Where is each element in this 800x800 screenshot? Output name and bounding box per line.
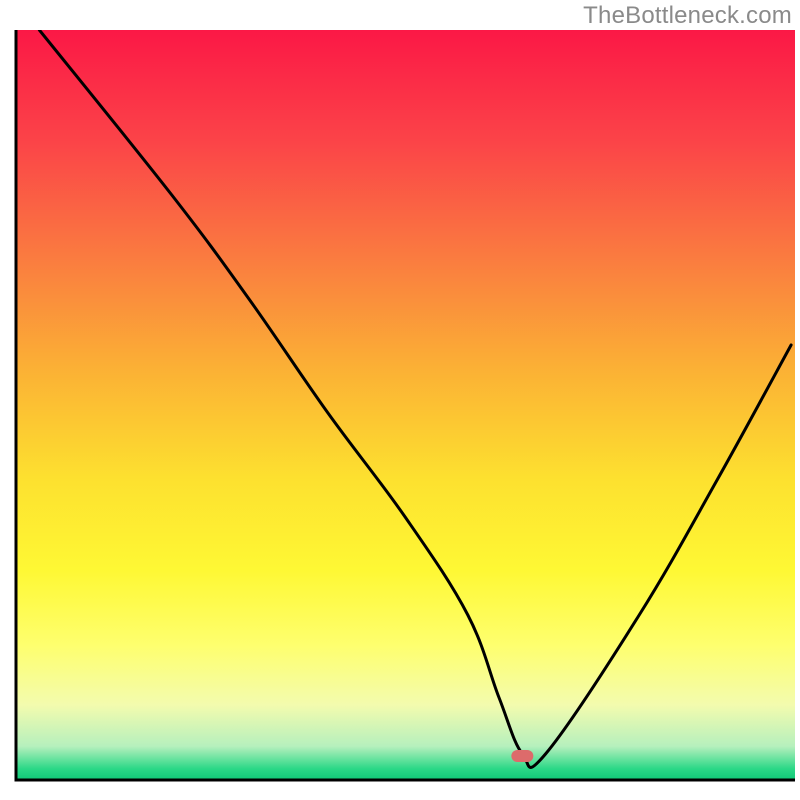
chart-marker xyxy=(511,750,533,762)
gradient-background xyxy=(16,30,795,780)
watermark-text: TheBottleneck.com xyxy=(583,2,792,30)
chart-svg xyxy=(0,0,800,800)
bottleneck-chart: TheBottleneck.com xyxy=(0,0,800,800)
